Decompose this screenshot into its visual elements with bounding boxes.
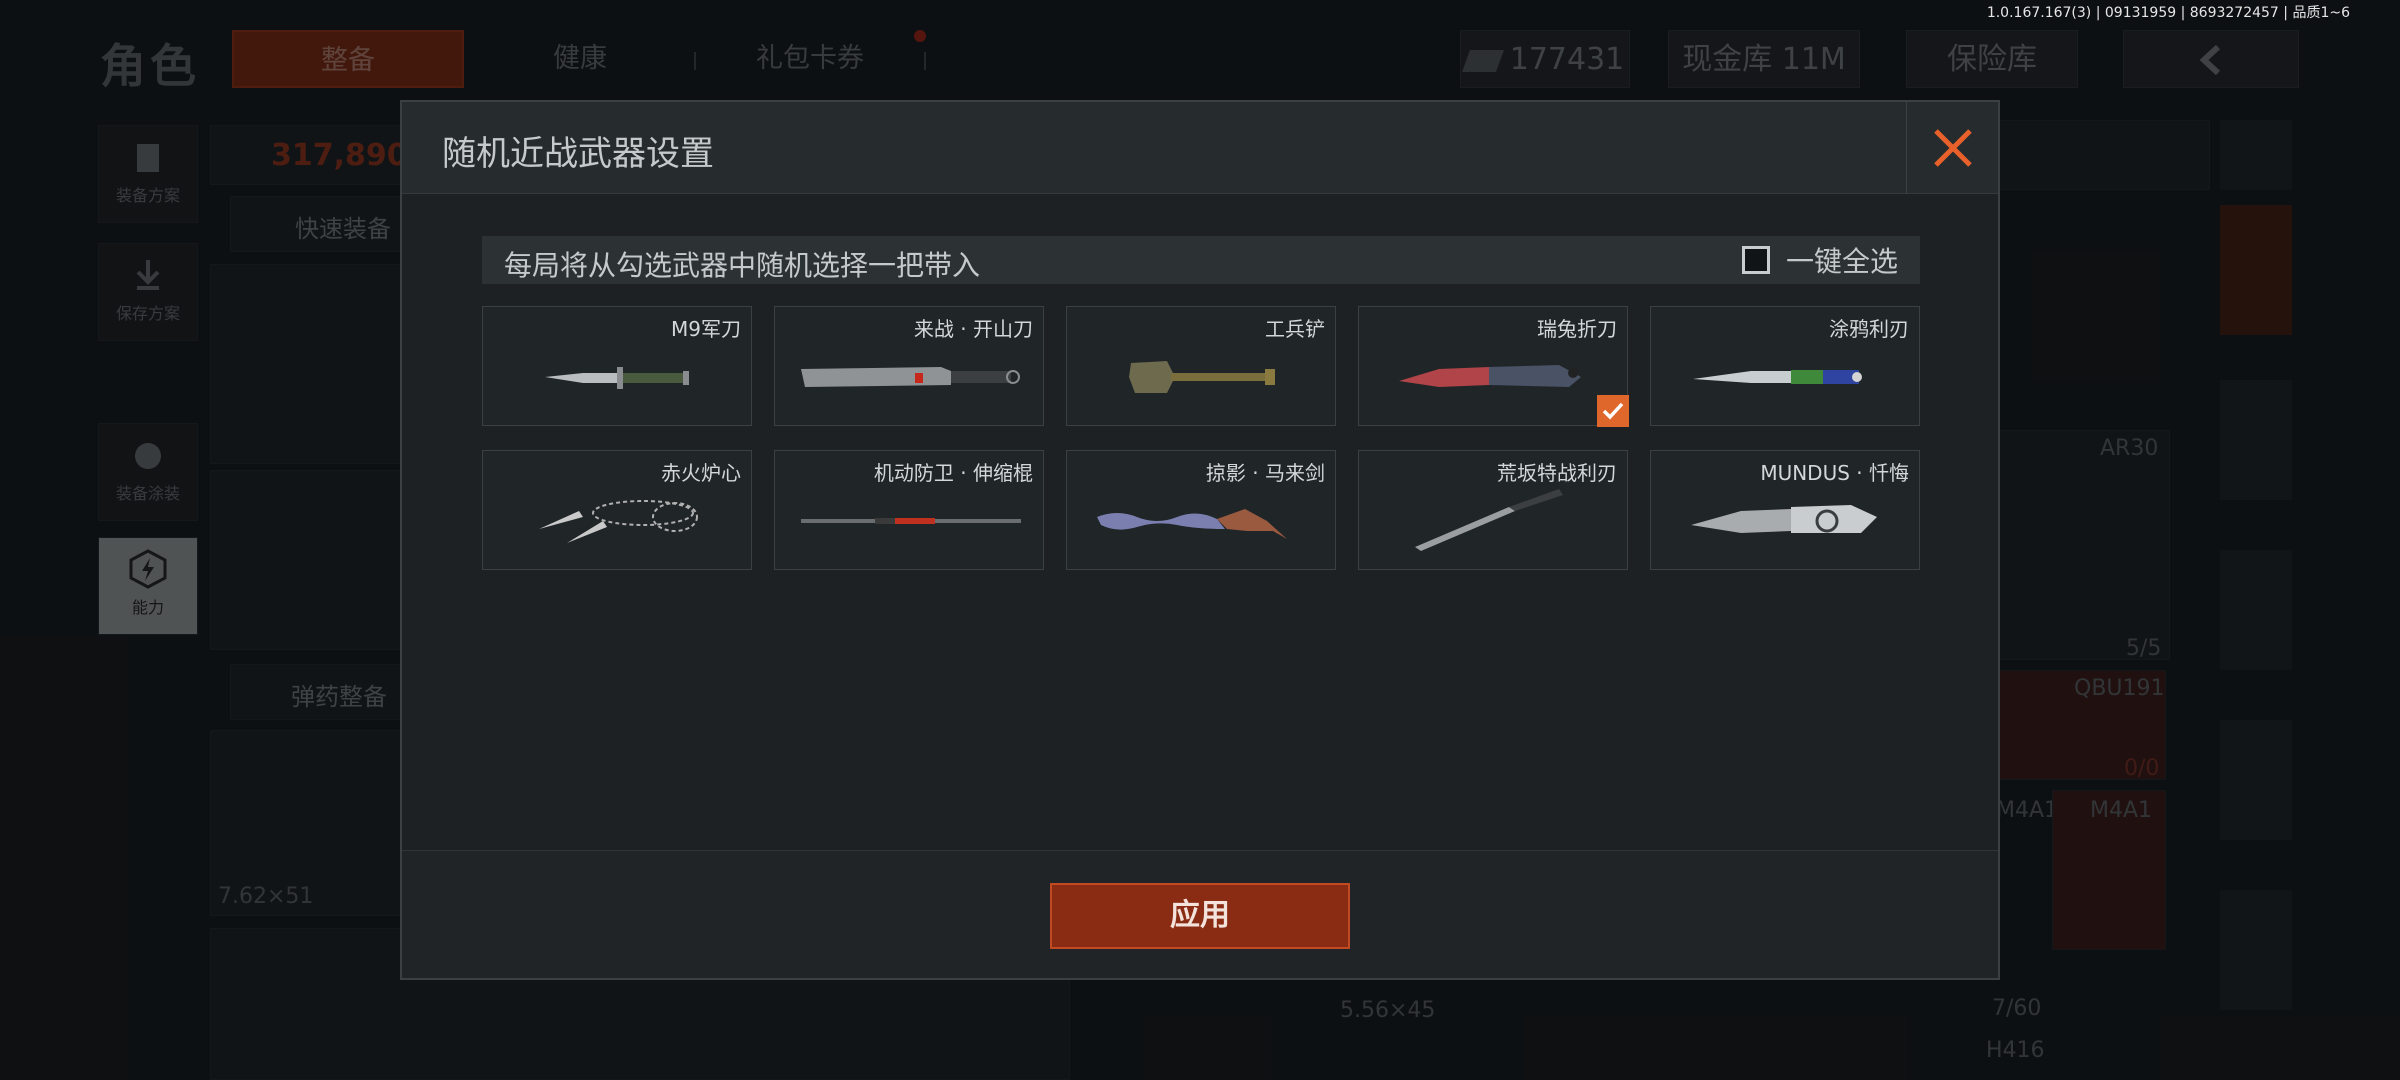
folding-knife-icon bbox=[1399, 365, 1581, 387]
helmet-slot[interactable] bbox=[210, 264, 410, 464]
rail-label: 装备涂装 bbox=[115, 484, 180, 503]
random-melee-dialog: 随机近战武器设置 每局将从勾选武器中随机选择一把带入 一键全选 M9军刀 来战 … bbox=[400, 100, 2000, 980]
machete-icon bbox=[801, 367, 1020, 387]
weapon-card-arasaka-blade[interactable]: 荒坂特战利刃 bbox=[1358, 450, 1628, 570]
right-rail-item[interactable] bbox=[2220, 120, 2292, 190]
weapon-checked-box[interactable] bbox=[1597, 395, 1629, 427]
close-icon bbox=[1934, 129, 1972, 167]
ar30-label: AR30 bbox=[2100, 436, 2159, 461]
rail-loadout-plan[interactable]: 装备方案 bbox=[98, 125, 198, 223]
right-rail-item[interactable] bbox=[2220, 890, 2292, 1010]
total-value: 317,890 bbox=[271, 138, 408, 173]
weapon-card-mundus[interactable]: MUNDUS · 忏悔 bbox=[1650, 450, 1920, 570]
back-button[interactable] bbox=[2123, 30, 2299, 88]
chain-blades-icon bbox=[539, 500, 698, 543]
kris-sword-icon bbox=[1097, 509, 1287, 539]
combat-knife-icon bbox=[545, 367, 689, 389]
graffiti-blade-icon bbox=[1693, 370, 1862, 384]
right-rail-item[interactable] bbox=[2220, 720, 2292, 840]
face-slot[interactable] bbox=[210, 470, 410, 650]
version-info: 1.0.167.167(3) | 09131959 | 8693272457 |… bbox=[1986, 5, 2350, 21]
rail-ability[interactable]: 能力 bbox=[98, 537, 198, 635]
currency-display: 177431 bbox=[1460, 30, 1630, 88]
select-all-checkbox[interactable] bbox=[1741, 246, 1770, 274]
katana-icon bbox=[1415, 489, 1563, 551]
ammo-equip-label: 弹药整备 bbox=[291, 683, 387, 711]
rail-save-plan[interactable]: 保存方案 bbox=[98, 243, 198, 341]
rail-skin[interactable]: 装备涂装 bbox=[98, 423, 198, 521]
dialog-title: 随机近战武器设置 bbox=[442, 134, 714, 174]
currency-amount: 177431 bbox=[1509, 42, 1625, 77]
total-value-panel: 317,890 bbox=[210, 125, 410, 185]
weapon-card-machete[interactable]: 来战 · 开山刀 bbox=[774, 306, 1044, 426]
cash-vault-button[interactable]: 现金库 11M bbox=[1668, 30, 1860, 88]
right-rail-item-active[interactable] bbox=[2220, 205, 2292, 335]
weapon-card-graffiti-blade[interactable]: 涂鸦利刃 bbox=[1650, 306, 1920, 426]
weapon-card-red-hearth[interactable]: 赤火炉心 bbox=[482, 450, 752, 570]
checkmark-icon bbox=[1602, 402, 1624, 420]
h416-label: H416 bbox=[1986, 1038, 2045, 1063]
vest-icon bbox=[137, 144, 159, 172]
weapon-card-rabbit-knife[interactable]: 瑞兔折刀 bbox=[1358, 306, 1629, 427]
quick-equip-label: 快速装备 bbox=[295, 215, 391, 243]
tab-health[interactable]: 健康 bbox=[500, 30, 660, 88]
m4a1-label-left: M4A1 bbox=[1996, 798, 2059, 823]
baton-icon bbox=[801, 518, 1021, 524]
bg-panel bbox=[1990, 120, 2210, 190]
weapon-slot-ar30[interactable] bbox=[1990, 430, 2170, 660]
select-all-label: 一键全选 bbox=[1785, 245, 1898, 278]
tab-equip[interactable]: 整备 bbox=[232, 30, 464, 88]
qbu191-count: 0/0 bbox=[2124, 756, 2160, 781]
nav-divider bbox=[694, 52, 696, 70]
rail-label: 保存方案 bbox=[115, 304, 180, 323]
insurance-vault-button[interactable]: 保险库 bbox=[1906, 30, 2078, 88]
rail-label: 能力 bbox=[131, 598, 164, 617]
weapon-card-m9[interactable]: M9军刀 bbox=[482, 306, 752, 426]
back-arrow-icon bbox=[2199, 45, 2221, 75]
helmet-icon bbox=[135, 443, 161, 469]
tab-gift-coupons[interactable]: 礼包卡券 bbox=[730, 30, 890, 88]
nav-divider bbox=[924, 52, 926, 70]
qbu191-label: QBU191 bbox=[2074, 676, 2165, 701]
quick-equip-button[interactable]: 快速装备 bbox=[230, 196, 410, 252]
select-all-toggle[interactable]: 一键全选 bbox=[1741, 242, 1898, 278]
ammo-equip-button[interactable]: 弹药整备 bbox=[230, 664, 410, 720]
page-title: 角色 bbox=[100, 39, 200, 93]
info-text: 每局将从勾选武器中随机选择一把带入 bbox=[504, 249, 981, 282]
info-bar: 每局将从勾选武器中随机选择一把带入 一键全选 bbox=[482, 236, 1920, 284]
ar30-count: 5/5 bbox=[2126, 636, 2162, 661]
weapon-card-kris[interactable]: 掠影 · 马来剑 bbox=[1066, 450, 1336, 570]
dialog-footer: 应用 bbox=[402, 850, 1998, 978]
weapon-card-baton[interactable]: 机动防卫 · 伸缩棍 bbox=[774, 450, 1044, 570]
download-icon bbox=[136, 260, 160, 290]
apply-button[interactable]: 应用 bbox=[1050, 883, 1350, 949]
rail-label: 装备方案 bbox=[115, 186, 180, 205]
close-button[interactable] bbox=[1906, 102, 1998, 194]
ammo-type: 7.62×51 bbox=[218, 884, 314, 909]
m4a1-label-right: M4A1 bbox=[2090, 798, 2153, 823]
dialog-header: 随机近战武器设置 bbox=[402, 102, 1998, 194]
ammo-count: 7/60 bbox=[1992, 996, 2042, 1021]
shovel-icon bbox=[1129, 361, 1275, 393]
ornate-knife-icon bbox=[1691, 505, 1877, 533]
weapon-card-shovel[interactable]: 工兵铲 bbox=[1066, 306, 1336, 426]
ammo-556: 5.56×45 bbox=[1340, 998, 1436, 1023]
right-rail-item[interactable] bbox=[2220, 380, 2292, 500]
right-rail-item[interactable] bbox=[2220, 550, 2292, 670]
cash-icon bbox=[1461, 49, 1504, 72]
notification-dot bbox=[914, 30, 926, 42]
lightning-icon bbox=[129, 549, 167, 589]
